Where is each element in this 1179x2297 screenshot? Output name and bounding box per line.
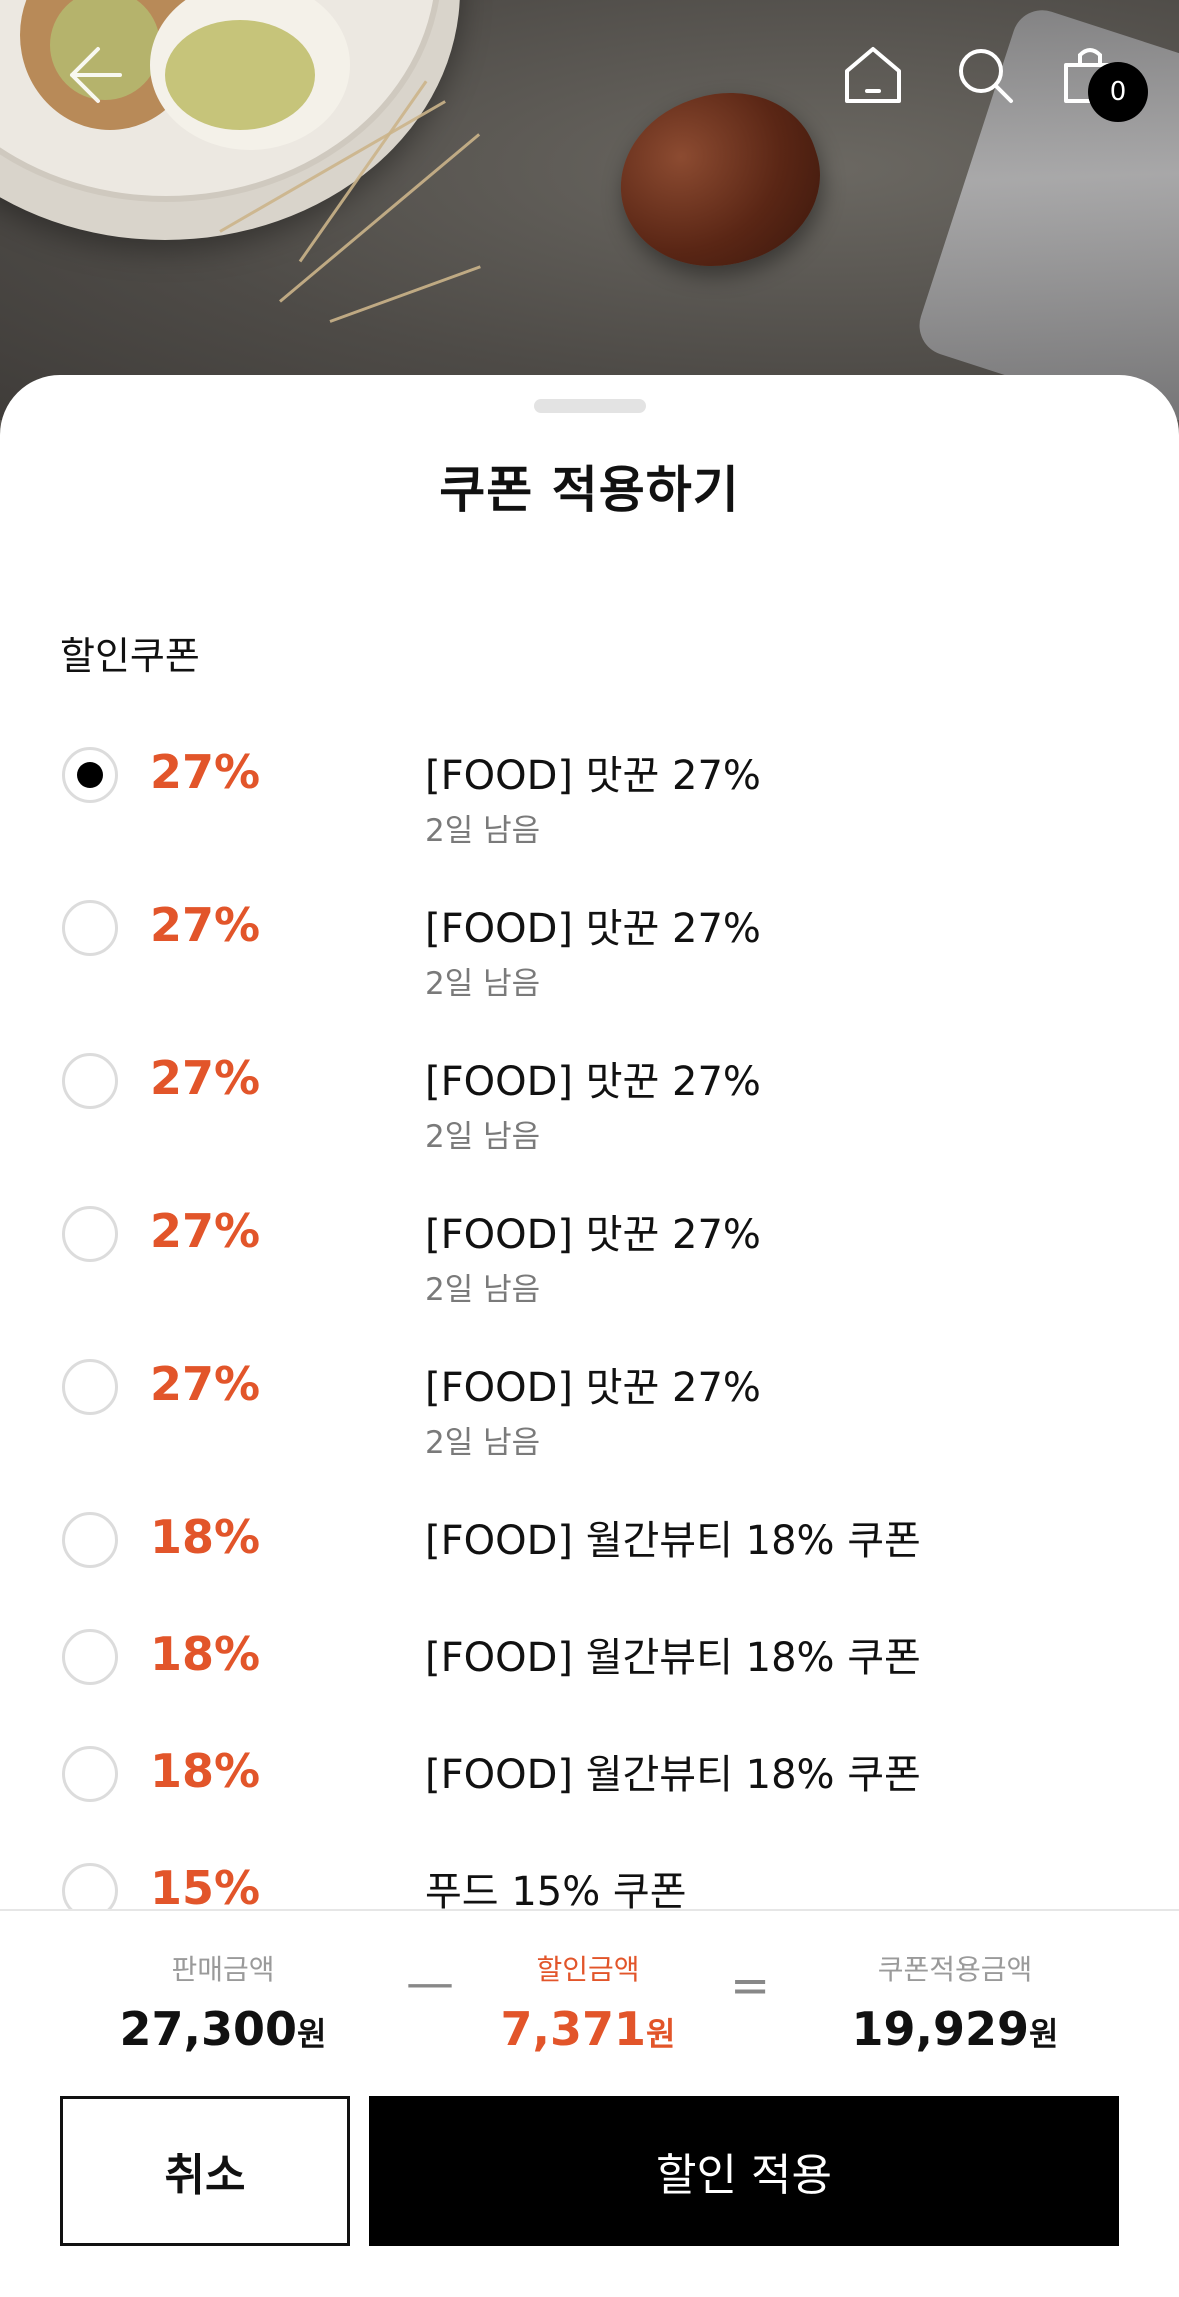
coupon-remaining: 2일 남음 <box>425 1272 541 1308</box>
coupon-applied-amount-number: 19,929 <box>851 2002 1030 2056</box>
apply-discount-button[interactable]: 할인 적용 <box>369 2096 1119 2246</box>
sale-amount-summary: 판매금액 27,300원 <box>73 1948 373 2056</box>
equals-operator: = <box>730 1958 771 2014</box>
brown-egg-shape <box>598 68 842 292</box>
coupon-radio[interactable] <box>62 1359 118 1415</box>
coupon-percent: 27% <box>150 745 261 799</box>
coupon-radio[interactable] <box>62 900 118 956</box>
coupon-percent: 18% <box>150 1510 261 1564</box>
product-hero-image: 0 <box>0 0 1179 420</box>
coupon-radio-selected[interactable] <box>62 747 118 803</box>
currency-unit: 원 <box>1029 2015 1059 2053</box>
coupon-applied-amount-value: 19,929원 <box>805 2002 1105 2056</box>
search-icon[interactable] <box>950 40 1020 110</box>
coupon-radio[interactable] <box>62 1512 118 1568</box>
coupon-percent: 15% <box>150 1861 261 1915</box>
home-icon[interactable] <box>838 40 908 110</box>
coupon-percent: 18% <box>150 1627 261 1681</box>
coupon-name: [FOOD] 월간뷰티 18% 쿠폰 <box>425 1518 921 1564</box>
currency-unit: 원 <box>297 2015 327 2053</box>
coupon-name: [FOOD] 맛꾼 27% <box>425 1059 761 1105</box>
coupon-radio[interactable] <box>62 1053 118 1109</box>
discount-amount-label: 할인금액 <box>536 1953 640 1986</box>
yolk-shape <box>165 20 315 130</box>
straw-shape <box>329 265 481 323</box>
coupon-name: [FOOD] 맛꾼 27% <box>425 1365 761 1411</box>
sale-amount-label: 판매금액 <box>171 1953 275 1986</box>
sheet-title: 쿠폰 적용하기 <box>439 461 740 519</box>
coupon-name: [FOOD] 월간뷰티 18% 쿠폰 <box>425 1752 921 1798</box>
coupon-remaining: 2일 남음 <box>425 1425 541 1461</box>
coupon-percent: 27% <box>150 898 261 952</box>
coupon-radio[interactable] <box>62 1206 118 1262</box>
cart-count-badge: 0 <box>1088 62 1148 122</box>
sale-amount-number: 27,300 <box>119 2002 298 2056</box>
coupon-applied-amount-summary: 쿠폰적용금액 19,929원 <box>805 1948 1105 2056</box>
coupon-percent: 27% <box>150 1204 261 1258</box>
coupon-radio[interactable] <box>62 1629 118 1685</box>
sale-amount-value: 27,300원 <box>73 2002 373 2056</box>
back-arrow-icon[interactable] <box>55 40 125 110</box>
coupon-radio[interactable] <box>62 1746 118 1802</box>
discount-amount-value: 7,371원 <box>438 2002 738 2056</box>
coupon-percent: 27% <box>150 1051 261 1105</box>
coupon-remaining: 2일 남음 <box>425 966 541 1002</box>
summary-divider <box>0 1909 1179 1911</box>
coupon-applied-amount-label: 쿠폰적용금액 <box>877 1953 1033 1986</box>
coupon-percent: 27% <box>150 1357 261 1411</box>
coupon-name: [FOOD] 맛꾼 27% <box>425 1212 761 1258</box>
coupon-remaining: 2일 남음 <box>425 813 541 849</box>
radio-dot <box>77 762 103 788</box>
discount-amount-number: 7,371 <box>500 2002 647 2056</box>
sheet-grabber-handle[interactable] <box>534 399 646 413</box>
coupon-name: [FOOD] 월간뷰티 18% 쿠폰 <box>425 1635 921 1681</box>
coupon-remaining: 2일 남음 <box>425 1119 541 1155</box>
discount-amount-summary: 할인금액 7,371원 <box>438 1948 738 2056</box>
section-label-discount-coupons: 할인쿠폰 <box>60 634 200 678</box>
coupon-name: [FOOD] 맛꾼 27% <box>425 753 761 799</box>
currency-unit: 원 <box>646 2015 676 2053</box>
coupon-percent: 18% <box>150 1744 261 1798</box>
cancel-button[interactable]: 취소 <box>60 2096 350 2246</box>
coupon-name: [FOOD] 맛꾼 27% <box>425 906 761 952</box>
